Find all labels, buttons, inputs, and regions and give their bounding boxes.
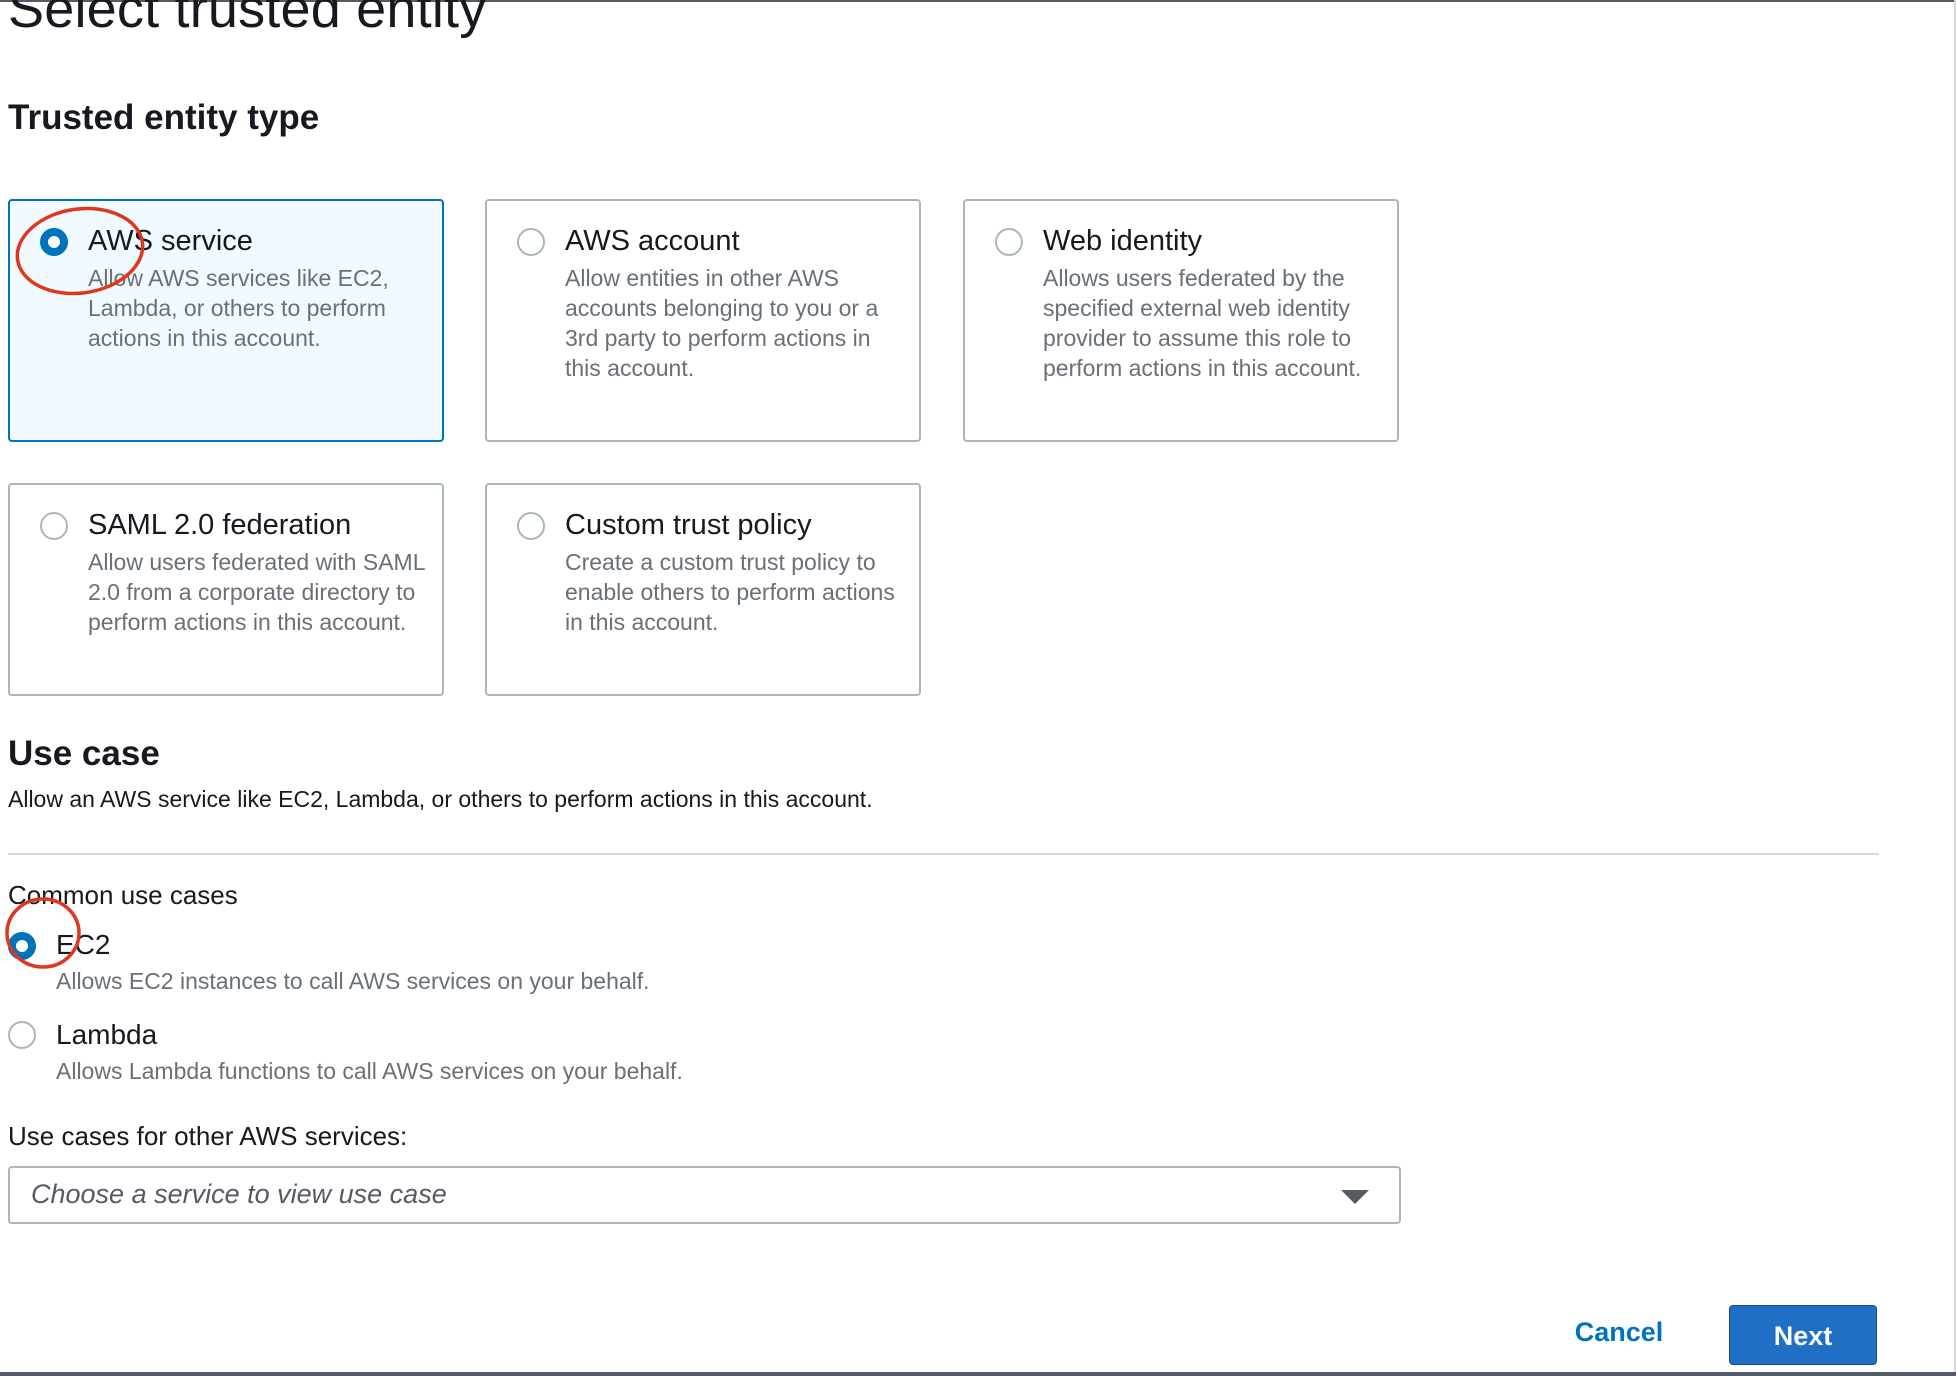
tile-description-aws-account: Allow entities in other AWS accounts bel… [565,265,879,381]
next-button[interactable]: Next [1729,1305,1877,1365]
section-divider [8,853,1879,855]
tile-aws-account[interactable]: AWS account Allow entities in other AWS … [485,199,921,442]
use-case-description: Allow an AWS service like EC2, Lambda, o… [8,786,873,812]
custom-trust-policy-radio[interactable] [517,512,545,540]
aws-account-radio[interactable] [517,228,545,256]
saml-federation-radio[interactable] [40,512,68,540]
service-select[interactable]: Choose a service to view use case [8,1166,1401,1224]
tile-description-saml-federation: Allow users federated with SAML 2.0 from… [88,549,425,635]
option-description-lambda: Allows Lambda functions to call AWS serv… [56,1058,683,1084]
tile-custom-trust-policy[interactable]: Custom trust policy Create a custom trus… [485,483,921,696]
web-identity-radio[interactable] [995,228,1023,256]
tile-title-aws-service: AWS service [88,225,253,257]
tile-aws-service[interactable]: AWS service Allow AWS services like EC2,… [8,199,444,442]
tile-saml-federation[interactable]: SAML 2.0 federation Allow users federate… [8,483,444,696]
ec2-radio[interactable] [8,932,36,960]
tile-description-aws-service: Allow AWS services like EC2, Lambda, or … [88,265,389,351]
tile-web-identity[interactable]: Web identity Allows users federated by t… [963,199,1399,442]
use-case-heading: Use case [8,734,160,773]
option-title-lambda: Lambda [56,1019,158,1050]
trusted-entity-type-heading: Trusted entity type [8,98,320,137]
aws-service-radio[interactable] [40,228,68,256]
tile-title-aws-account: AWS account [565,225,740,257]
tile-description-web-identity: Allows users federated by the specified … [1043,265,1362,381]
other-services-label: Use cases for other AWS services: [8,1121,408,1151]
tile-description-custom-trust-policy: Create a custom trust policy to enable o… [565,549,895,635]
common-use-cases-label: Common use cases [8,880,238,910]
lambda-radio[interactable] [8,1021,36,1049]
tile-title-custom-trust-policy: Custom trust policy [565,509,812,541]
tile-title-saml-federation: SAML 2.0 federation [88,509,352,541]
option-description-ec2: Allows EC2 instances to call AWS service… [56,968,650,994]
caret-down-icon [1341,1190,1369,1204]
window-bottom-border [0,1372,1956,1376]
service-select-placeholder: Choose a service to view use case [31,1179,447,1209]
cancel-button[interactable]: Cancel [1560,1303,1678,1359]
option-title-ec2: EC2 [56,929,111,960]
tile-title-web-identity: Web identity [1043,225,1203,257]
page-title: Select trusted entity [8,0,487,39]
